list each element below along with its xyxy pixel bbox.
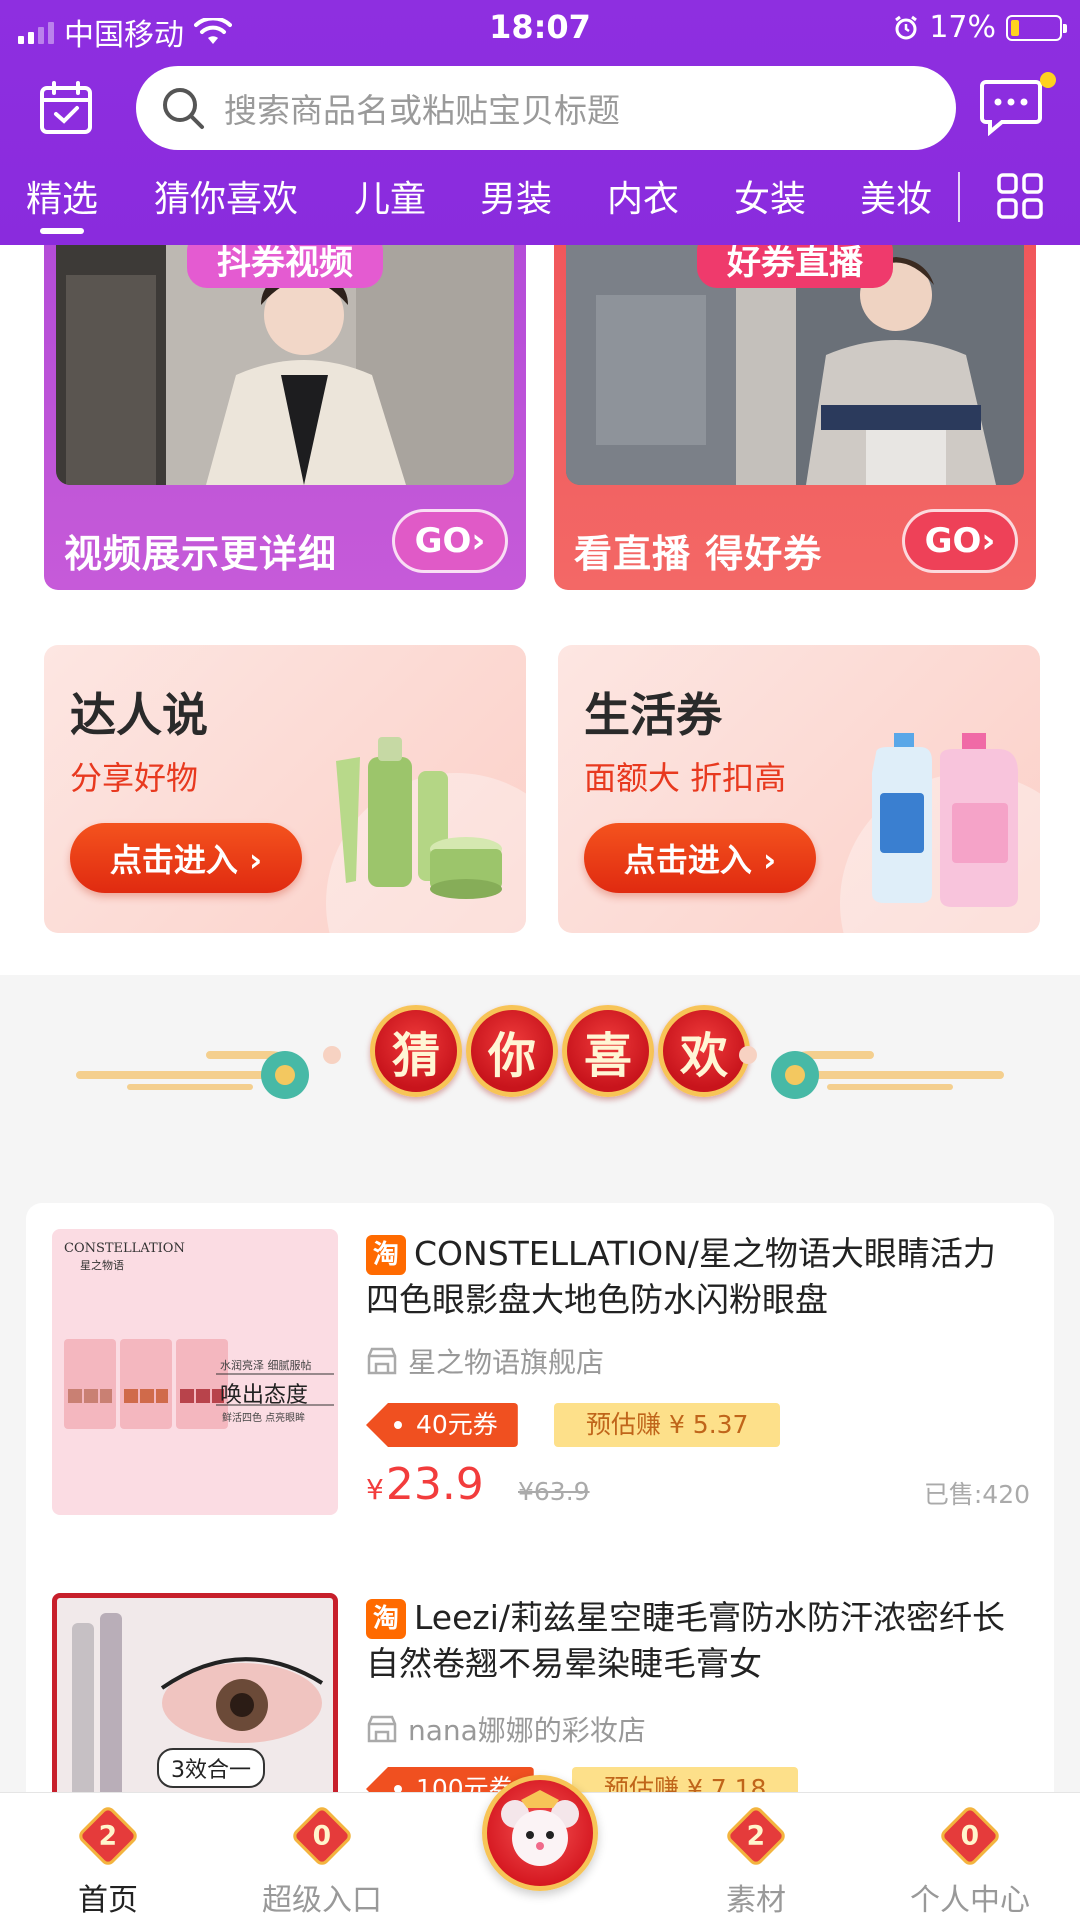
right-cloud-ornament-icon [739,1046,1004,1099]
feature-subtitle: 面额大 折扣高 [584,759,787,797]
promo-caption: 视频展示更详细 [64,532,338,576]
tab-menswear[interactable]: 男装 [480,170,552,222]
app-header: 中国移动 18:07 17% 搜索商品名或粘贴宝贝标题 精选 猜你喜欢 儿童 男… [0,0,1080,245]
guess-you-like-banner: 猜 你 喜 欢 [0,1005,1080,1165]
store-icon [367,1715,397,1743]
promo-caption: 看直播 得好券 [574,532,823,576]
tab-label: 个人中心 [910,1883,1030,1918]
feature-talent-card[interactable]: 达人说 分享好物 点击进入 › [44,645,526,933]
tab-super-entry[interactable]: 0 超级入口 [252,1804,392,1919]
battery-percent: 17% [929,10,996,45]
banner-char: 猜 [370,1005,462,1097]
promo-live-card[interactable]: 好券直播 看直播 得好券 GO› [554,245,1036,590]
sold-count: 已售:420 [923,1480,1030,1509]
tab-label: 首页 [78,1883,138,1918]
go-button[interactable]: GO› [902,509,1018,573]
thumb-slogan: 唤出态度 [220,1383,309,1408]
category-tabs: 精选 猜你喜欢 儿童 男装 内衣 女装 美妆 [0,170,1080,234]
detergent-product-image [872,733,1018,907]
feature-coupon-card[interactable]: 生活券 面额大 折扣高 点击进入 › [558,645,1040,933]
battery-icon [1006,14,1067,41]
promo-ribbon: 好券直播 [697,245,893,288]
alarm-icon [895,15,918,39]
thumb-tagline-bottom: 鲜活四色 点亮眼眸 [222,1413,306,1424]
product-title-text: Leezi/莉兹星空睫毛膏防水防汗浓密纤长自然卷翘不易晕染睫毛膏女 [366,1598,1006,1683]
taobao-badge: 淘 [366,1599,406,1639]
tab-beauty[interactable]: 美妆 [860,170,932,222]
feature-subtitle: 分享好物 [70,759,199,797]
tab-kids[interactable]: 儿童 [354,170,426,222]
tabs-divider [958,172,960,222]
feature-title: 生活券 [584,688,722,742]
enter-button[interactable]: 点击进入 › [70,823,302,893]
mouse-mascot-icon [501,1790,579,1866]
left-cloud-ornament-icon [76,1046,341,1099]
product-title-text: CONSTELLATION/星之物语大眼睛活力四色眼影盘大地色防水闪粉眼盘 [366,1234,996,1319]
feed[interactable]: 抖券视频 视频展示更详细 GO› 好券直播 看直播 得好券 GO› 达人说 分享… [0,245,1080,1792]
price: ¥23.9 [366,1459,484,1510]
product-title[interactable]: 淘 CONSTELLATION/星之物语大眼睛活力四色眼影盘大地色防水闪粉眼盘 [366,1231,1026,1323]
top-bar: 搜索商品名或粘贴宝贝标题 [0,62,1080,152]
estimated-earn-tag: 预估赚 ¥ 7.18 [572,1767,799,1792]
message-icon[interactable] [980,78,1042,136]
center-mascot-button[interactable] [482,1775,598,1891]
home-badge-icon: 2 [76,1804,140,1868]
tab-guess-you-like[interactable]: 猜你喜欢 [154,170,298,222]
product-image: CONSTELLATION 星之物语 水润亮泽 细腻服帖 唤出态度 鲜活四色 点… [52,1229,338,1515]
original-price: ¥63.9 [518,1477,590,1506]
store-icon [367,1347,397,1375]
bottom-tab-bar: 2 首页 0 超级入口 2 素材 0 个人中心 [0,1775,1080,1920]
thumb-tagline-top: 水润亮泽 细腻服帖 [220,1359,312,1372]
tab-underwear[interactable]: 内衣 [607,170,679,222]
super-entry-badge-icon: 0 [290,1804,354,1868]
go-button[interactable]: GO› [392,509,508,573]
materials-badge-icon: 2 [724,1804,788,1868]
status-bar: 中国移动 18:07 17% [0,0,1080,58]
tab-profile[interactable]: 0 个人中心 [900,1804,1040,1919]
tab-materials[interactable]: 2 素材 [686,1804,826,1919]
search-input[interactable]: 搜索商品名或粘贴宝贝标题 [136,66,956,150]
tab-featured[interactable]: 精选 [26,170,98,234]
enter-button[interactable]: 点击进入 › [584,823,816,893]
product-card[interactable]: 3效合一 淘 Leezi/莉兹星空睫毛膏防水防汗浓密纤长自然卷翘不易晕染睫毛膏女 … [26,1567,1054,1792]
skincare-product-image [336,737,502,899]
feature-title: 达人说 [70,688,208,742]
search-placeholder: 搜索商品名或粘贴宝贝标题 [224,91,620,130]
notification-dot [1040,72,1056,88]
thumb-badge: 3效合一 [157,1748,265,1788]
promo-ribbon: 抖券视频 [187,245,383,288]
coupon-tag[interactable]: 40元券 [366,1403,518,1447]
tab-label: 素材 [726,1883,786,1918]
banner-char: 喜 [562,1005,654,1097]
banner-char: 你 [466,1005,558,1097]
shop-name[interactable]: 星之物语旗舰店 [366,1341,604,1381]
taobao-badge: 淘 [366,1235,406,1275]
search-icon [163,88,204,129]
promo-video-card[interactable]: 抖券视频 视频展示更详细 GO› [44,245,526,590]
tab-womenswear[interactable]: 女装 [734,170,806,222]
estimated-earn-tag: 预估赚 ¥ 5.37 [554,1403,781,1447]
product-image: 3效合一 [52,1593,338,1792]
all-categories-icon[interactable] [996,172,1044,220]
tab-label: 超级入口 [262,1883,382,1918]
product-title[interactable]: 淘 Leezi/莉兹星空睫毛膏防水防汗浓密纤长自然卷翘不易晕染睫毛膏女 [366,1595,1026,1687]
profile-badge-icon: 0 [938,1804,1002,1868]
tab-home[interactable]: 2 首页 [38,1804,178,1919]
calendar-check-icon[interactable] [38,80,94,136]
shop-name[interactable]: nana娜娜的彩妆店 [366,1709,646,1749]
